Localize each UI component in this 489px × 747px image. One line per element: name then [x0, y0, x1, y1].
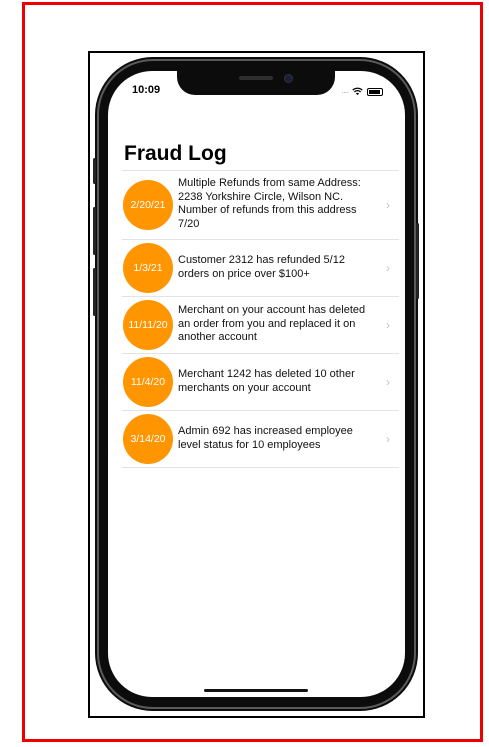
volume-up-button — [93, 207, 96, 255]
list-item-text: Merchant on your account has deleted an … — [178, 304, 366, 343]
fraud-log-list: 2/20/21 Multiple Refunds from same Addre… — [122, 170, 399, 468]
list-item-text: Multiple Refunds from same Address: 2238… — [178, 177, 361, 230]
chevron-right-icon: › — [386, 198, 390, 212]
volume-down-button — [93, 268, 96, 316]
front-camera — [284, 74, 293, 83]
date-badge: 11/11/20 — [123, 300, 173, 350]
chevron-right-icon: › — [386, 375, 390, 389]
page-title: Fraud Log — [124, 142, 227, 165]
speaker-grille — [239, 76, 273, 80]
battery-icon — [367, 88, 383, 96]
date-badge: 1/3/21 — [123, 243, 173, 293]
chevron-right-icon: › — [386, 261, 390, 275]
cellular-signal-icon: ···· — [341, 87, 349, 97]
power-button — [416, 223, 419, 299]
list-item[interactable]: 11/11/20 Merchant on your account has de… — [122, 297, 399, 354]
chevron-right-icon: › — [386, 318, 390, 332]
date-badge: 2/20/21 — [123, 180, 173, 230]
status-time: 10:09 — [132, 84, 161, 96]
list-item[interactable]: 11/4/20 Merchant 1242 has deleted 10 oth… — [122, 354, 399, 411]
list-item[interactable]: 3/14/20 Admin 692 has increased employee… — [122, 411, 399, 468]
list-item-text: Admin 692 has increased employee level s… — [178, 425, 353, 451]
home-indicator[interactable] — [204, 689, 308, 692]
date-badge: 3/14/20 — [123, 414, 173, 464]
date-badge: 11/4/20 — [123, 357, 173, 407]
list-item[interactable]: 2/20/21 Multiple Refunds from same Addre… — [122, 171, 399, 240]
list-item-text: Customer 2312 has refunded 5/12 orders o… — [178, 254, 345, 280]
wifi-icon — [352, 83, 363, 101]
list-item[interactable]: 1/3/21 Customer 2312 has refunded 5/12 o… — [122, 240, 399, 297]
status-icons: ···· — [341, 83, 383, 101]
list-item-text: Merchant 1242 has deleted 10 other merch… — [178, 368, 355, 394]
chevron-right-icon: › — [386, 432, 390, 446]
notch — [177, 71, 335, 95]
phone-screen: 10:09 ···· Fraud Log 2/20/21 Multiple Re… — [108, 71, 405, 697]
mute-switch — [93, 158, 96, 184]
